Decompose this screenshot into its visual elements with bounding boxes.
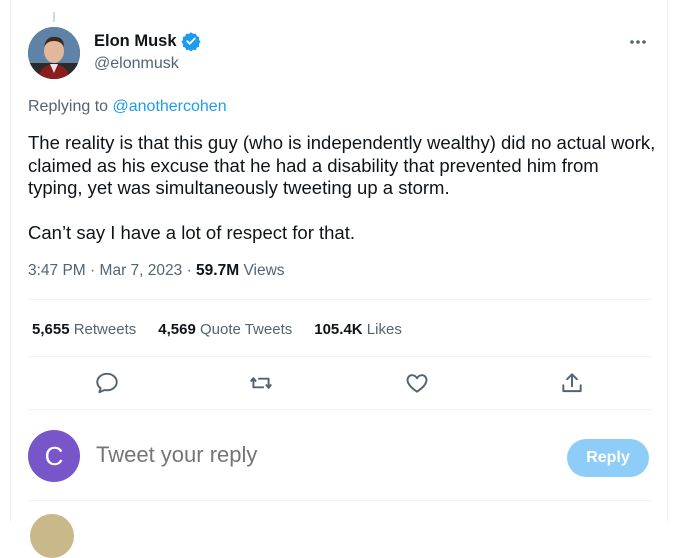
tweet-paragraph: The reality is that this guy (who is ind… — [28, 132, 661, 198]
reply-input[interactable] — [96, 442, 476, 468]
tweet-date[interactable]: Mar 7, 2023 — [100, 262, 183, 279]
author-display-name[interactable]: Elon Musk — [94, 32, 177, 51]
share-icon[interactable] — [559, 370, 585, 396]
tweet-meta: 3:47 PM · Mar 7, 2023 · 59.7M Views — [28, 262, 285, 280]
replying-prefix: Replying to — [28, 98, 109, 115]
reply-button[interactable]: Reply — [567, 439, 649, 477]
profile-photo-icon — [28, 27, 80, 79]
reply-icon[interactable] — [94, 370, 120, 396]
author-avatar[interactable] — [28, 27, 80, 79]
meta-separator: · — [90, 262, 96, 279]
replying-to-mention[interactable]: @anothercohen — [113, 98, 227, 115]
thread-connector-line — [53, 12, 55, 22]
quote-tweets-stat[interactable]: 4,569 Quote Tweets — [158, 321, 292, 338]
likes-label: Likes — [366, 321, 402, 338]
next-tweet-avatar[interactable] — [30, 514, 74, 558]
likes-count: 105.4K — [314, 321, 363, 338]
divider — [28, 409, 652, 410]
retweet-icon[interactable] — [248, 370, 274, 396]
divider — [28, 500, 652, 501]
views-count[interactable]: 59.7M — [196, 262, 239, 279]
verified-badge-icon[interactable] — [180, 31, 201, 51]
quote-count: 4,569 — [158, 321, 196, 338]
retweets-label: Retweets — [73, 321, 137, 338]
tweet-stats: 5,655 Retweets 4,569 Quote Tweets 105.4K… — [32, 321, 402, 338]
user-avatar[interactable]: C — [28, 430, 80, 482]
more-options-icon[interactable] — [628, 30, 648, 51]
quote-label: Quote Tweets — [199, 321, 293, 338]
next-tweet-preview — [28, 514, 652, 558]
replying-to: Replying to @anothercohen — [28, 98, 227, 116]
divider — [28, 356, 652, 357]
author-handle[interactable]: @elonmusk — [94, 55, 201, 73]
divider — [28, 299, 652, 300]
meta-separator: · — [186, 262, 192, 279]
like-icon[interactable] — [404, 370, 430, 396]
retweets-stat[interactable]: 5,655 Retweets — [32, 321, 136, 338]
tweet-time[interactable]: 3:47 PM — [28, 262, 86, 279]
tweet-text: The reality is that this guy (who is ind… — [28, 132, 658, 244]
retweets-count: 5,655 — [32, 321, 70, 338]
tweet-paragraph: Can’t say I have a lot of respect for th… — [28, 221, 356, 243]
action-bar — [28, 362, 652, 404]
likes-stat[interactable]: 105.4K Likes — [314, 321, 402, 338]
views-label[interactable]: Views — [243, 262, 284, 279]
reply-composer: C Reply — [28, 430, 652, 484]
